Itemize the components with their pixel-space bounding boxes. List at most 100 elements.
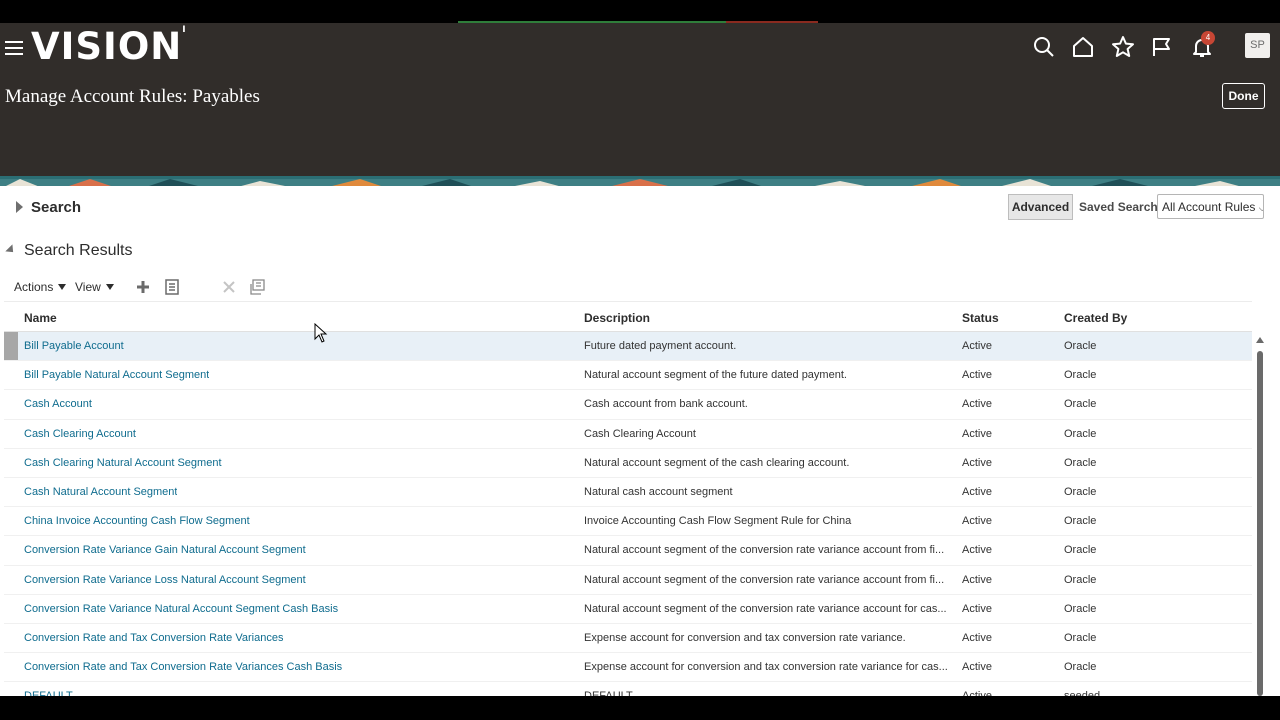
table-row[interactable]: Conversion Rate Variance Gain Natural Ac… bbox=[4, 536, 1252, 566]
results-table: Name Description Status Created By Bill … bbox=[4, 301, 1252, 696]
column-header-name[interactable]: Name bbox=[24, 311, 57, 325]
caret-down-icon bbox=[105, 284, 114, 290]
row-selection-marker bbox=[4, 332, 18, 361]
logo-mark: I bbox=[182, 25, 187, 35]
cell-status: Active bbox=[962, 573, 992, 586]
row-selection-marker bbox=[4, 624, 18, 652]
expand-icon bbox=[16, 201, 23, 213]
cell-created-by: Oracle bbox=[1064, 602, 1097, 615]
done-button[interactable]: Done bbox=[1222, 83, 1265, 109]
results-toolbar: Actions View bbox=[14, 278, 314, 298]
cell-name[interactable]: China Invoice Accounting Cash Flow Segme… bbox=[24, 515, 250, 527]
global-header: VISIONI 4 SP Manage Account Rules: Payab… bbox=[0, 23, 1280, 176]
cell-description: Natural account segment of the cash clea… bbox=[584, 456, 850, 469]
main-content: Search Advanced Saved Search All Account… bbox=[0, 186, 1280, 696]
cell-description: Expense account for conversion and tax c… bbox=[584, 631, 906, 644]
screen-frame: VISIONI 4 SP Manage Account Rules: Payab… bbox=[0, 0, 1280, 720]
row-selection-marker bbox=[4, 507, 18, 535]
bottom-black-bar bbox=[0, 696, 1280, 720]
table-row[interactable]: Conversion Rate and Tax Conversion Rate … bbox=[4, 624, 1252, 654]
table-row[interactable]: Cash Clearing Account Cash Clearing Accou… bbox=[4, 420, 1252, 449]
delete-icon[interactable] bbox=[220, 278, 238, 296]
column-header-created-by[interactable]: Created By bbox=[1064, 311, 1127, 325]
table-body: Bill Payable Account Future dated payment… bbox=[4, 332, 1252, 696]
cell-name[interactable]: Conversion Rate Variance Loss Natural Ac… bbox=[24, 574, 306, 586]
decorative-banner bbox=[0, 176, 1280, 186]
cell-status: Active bbox=[962, 602, 992, 615]
home-icon[interactable] bbox=[1071, 35, 1095, 59]
cell-description: Cash Clearing Account bbox=[584, 427, 696, 440]
table-row[interactable]: DEFAULTDEFAULTActiveseeded bbox=[4, 682, 1252, 696]
logo-text: VISION bbox=[31, 25, 183, 68]
view-menu[interactable]: View bbox=[75, 280, 114, 294]
cell-status: Active bbox=[962, 340, 992, 352]
cell-created-by: Oracle bbox=[1064, 369, 1097, 382]
cell-description: Natural account segment of the conversio… bbox=[584, 602, 947, 615]
table-header: Name Description Status Created By bbox=[4, 301, 1252, 332]
advanced-button[interactable]: Advanced bbox=[1008, 194, 1073, 220]
cell-created-by: Oracle bbox=[1064, 515, 1097, 528]
table-row[interactable]: China Invoice Accounting Cash Flow Segme… bbox=[4, 507, 1252, 537]
cell-description: Natural account segment of the future da… bbox=[584, 369, 847, 382]
cell-name[interactable]: Conversion Rate and Tax Conversion Rate … bbox=[24, 661, 342, 673]
row-selection-marker bbox=[4, 449, 18, 477]
cell-status: Active bbox=[962, 544, 992, 557]
collapse-icon bbox=[5, 244, 17, 256]
cell-description: Natural cash account segment bbox=[584, 485, 733, 498]
table-row[interactable]: Cash Account Cash account from bank accou… bbox=[4, 390, 1252, 420]
cell-created-by: Oracle bbox=[1064, 398, 1097, 411]
saved-search-label: Saved Search bbox=[1079, 200, 1158, 214]
cell-name[interactable]: Cash Clearing Natural Account Segment bbox=[24, 457, 222, 469]
results-title-label: Search Results bbox=[24, 242, 133, 259]
scroll-up-icon[interactable] bbox=[1256, 337, 1264, 343]
edit-icon[interactable] bbox=[163, 278, 181, 296]
table-row[interactable]: Bill Payable Natural Account Segment Natu… bbox=[4, 361, 1252, 391]
cell-status: Active bbox=[962, 661, 992, 674]
cell-name[interactable]: Bill Payable Account bbox=[24, 340, 124, 352]
star-icon[interactable] bbox=[1111, 35, 1135, 59]
search-region-toggle[interactable]: Search bbox=[16, 199, 81, 216]
table-row[interactable]: Conversion Rate Variance Loss Natural Ac… bbox=[4, 566, 1252, 595]
row-selection-marker bbox=[4, 478, 18, 506]
row-selection-marker bbox=[4, 653, 18, 681]
cell-description: Invoice Accounting Cash Flow Segment Rul… bbox=[584, 515, 852, 528]
saved-search-select[interactable]: All Account Rules ⌵ bbox=[1157, 194, 1264, 219]
vertical-scrollbar[interactable] bbox=[1254, 333, 1266, 696]
add-icon[interactable] bbox=[134, 278, 152, 296]
cell-name[interactable]: Cash Natural Account Segment bbox=[24, 486, 177, 498]
cell-name[interactable]: Cash Account bbox=[24, 398, 92, 410]
user-avatar[interactable]: SP bbox=[1245, 33, 1270, 58]
top-black-bar bbox=[0, 0, 1280, 23]
column-header-status[interactable]: Status bbox=[962, 311, 999, 325]
search-results-title[interactable]: Search Results bbox=[5, 242, 133, 260]
page-title: Manage Account Rules: Payables bbox=[5, 86, 260, 107]
menu-icon[interactable] bbox=[5, 41, 23, 55]
table-row[interactable]: Cash Natural Account Segment Natural cash… bbox=[4, 478, 1252, 508]
cell-created-by: Oracle bbox=[1064, 631, 1097, 644]
cell-description: Cash account from bank account. bbox=[584, 398, 748, 411]
table-row[interactable]: Conversion Rate and Tax Conversion Rate … bbox=[4, 653, 1252, 683]
cell-description: Natural account segment of the conversio… bbox=[584, 544, 945, 557]
scroll-thumb[interactable] bbox=[1257, 351, 1263, 696]
mouse-cursor-icon bbox=[314, 322, 328, 343]
detach-icon[interactable] bbox=[249, 278, 267, 296]
row-selection-marker bbox=[4, 595, 18, 623]
bell-icon[interactable]: 4 bbox=[1190, 31, 1215, 59]
search-icon[interactable] bbox=[1032, 35, 1056, 59]
cell-name[interactable]: Conversion Rate Variance Gain Natural Ac… bbox=[24, 544, 306, 556]
actions-menu[interactable]: Actions bbox=[14, 280, 67, 294]
saved-search-value: All Account Rules bbox=[1162, 200, 1256, 214]
cell-name[interactable]: Cash Clearing Account bbox=[24, 428, 136, 440]
cell-name[interactable]: Bill Payable Natural Account Segment bbox=[24, 369, 209, 381]
vision-logo[interactable]: VISIONI bbox=[31, 25, 187, 68]
table-row[interactable]: Bill Payable Account Future dated payment… bbox=[4, 332, 1252, 362]
cell-name[interactable]: Conversion Rate and Tax Conversion Rate … bbox=[24, 632, 283, 644]
table-row[interactable]: Conversion Rate Variance Natural Account… bbox=[4, 595, 1252, 624]
cell-description: Future dated payment account. bbox=[584, 340, 737, 352]
flag-icon[interactable] bbox=[1150, 35, 1174, 59]
cell-name[interactable]: Conversion Rate Variance Natural Account… bbox=[24, 603, 338, 615]
table-row[interactable]: Cash Clearing Natural Account Segment Nat… bbox=[4, 449, 1252, 478]
cell-status: Active bbox=[962, 456, 992, 469]
cell-created-by: Oracle bbox=[1064, 485, 1097, 498]
column-header-description[interactable]: Description bbox=[584, 311, 650, 325]
